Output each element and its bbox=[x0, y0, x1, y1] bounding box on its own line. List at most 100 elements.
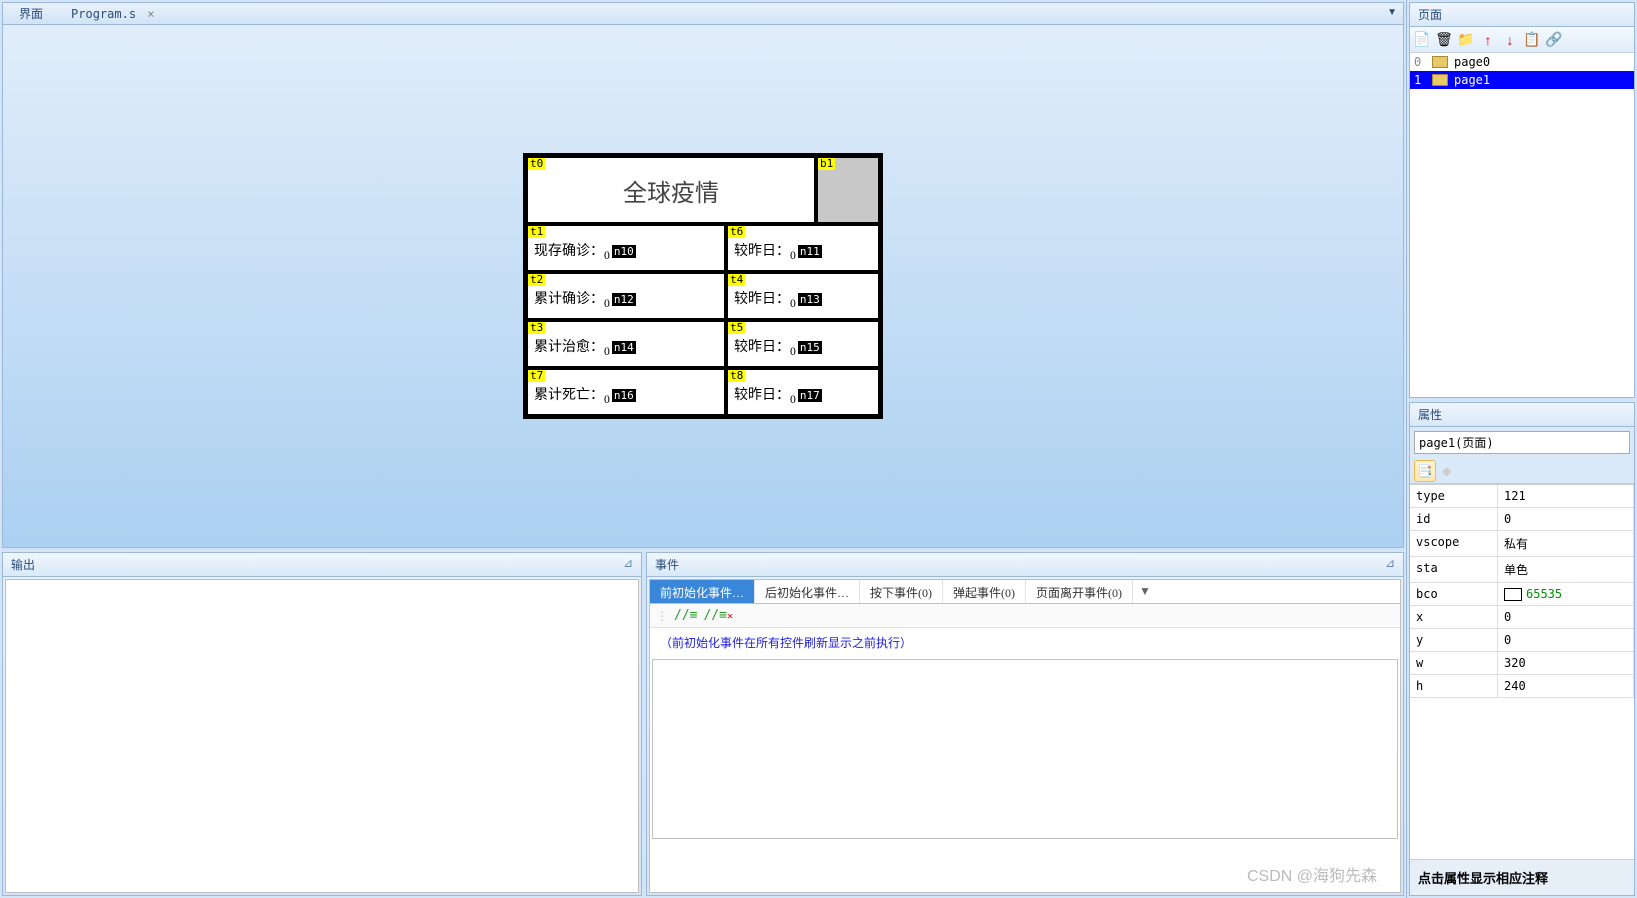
event-code-area[interactable] bbox=[652, 659, 1398, 839]
uncomment-icon[interactable]: //≡✕ bbox=[703, 608, 733, 623]
prop-value[interactable]: 私有 bbox=[1498, 531, 1634, 556]
pages-title: 页面 bbox=[1410, 3, 1634, 27]
canvas-body[interactable]: t0 全球疫情 b1 t1现存确诊：0n10t6较昨日：0n11t2累计确诊：0… bbox=[3, 25, 1403, 547]
tab-program-label: Program.s bbox=[71, 7, 136, 21]
output-body[interactable] bbox=[5, 579, 639, 893]
event-tab-leave[interactable]: 页面离开事件(0) bbox=[1026, 580, 1133, 603]
events-title: 事件 bbox=[655, 556, 679, 573]
hmi-cell[interactable]: t4较昨日：0n13 bbox=[726, 272, 880, 320]
hmi-cell[interactable]: t5较昨日：0n15 bbox=[726, 320, 880, 368]
tab-interface[interactable]: 界面 bbox=[9, 3, 53, 24]
prop-key: w bbox=[1410, 652, 1498, 674]
canvas-tabs: 界面 Program.s × ▼ bbox=[3, 3, 1403, 25]
hmi-title-t0[interactable]: t0 全球疫情 bbox=[526, 156, 816, 224]
event-tab-postinit[interactable]: 后初始化事件… bbox=[755, 580, 860, 603]
tag: t5 bbox=[728, 322, 745, 334]
prop-key: type bbox=[1410, 485, 1498, 507]
events-panel: 事件 ⊿ 前初始化事件… 后初始化事件… 按下事件(0) 弹起事件(0) 页面离… bbox=[646, 552, 1404, 896]
tag-b1: b1 bbox=[818, 158, 835, 170]
output-panel: 输出 ⊿ bbox=[2, 552, 642, 896]
object-selector[interactable]: page1(页面) bbox=[1414, 431, 1630, 454]
ntag: n11 bbox=[798, 245, 822, 258]
prop-row-vscope[interactable]: vscope私有 bbox=[1410, 531, 1634, 557]
ntag: n10 bbox=[612, 245, 636, 258]
prop-key: sta bbox=[1410, 557, 1498, 582]
close-icon[interactable]: × bbox=[147, 7, 154, 21]
prop-key: id bbox=[1410, 508, 1498, 530]
prop-row-bco[interactable]: bco65535 bbox=[1410, 583, 1634, 606]
delete-page-icon[interactable]: 🗑 bbox=[1436, 32, 1452, 48]
prop-key: y bbox=[1410, 629, 1498, 651]
page-name: page1 bbox=[1454, 73, 1490, 87]
ntag: n17 bbox=[798, 389, 822, 402]
tabs-dropdown-icon[interactable]: ▼ bbox=[1387, 7, 1397, 18]
hmi-cell[interactable]: t2累计确诊：0n12 bbox=[526, 272, 726, 320]
event-note: （前初始化事件在所有控件刷新显示之前执行） bbox=[650, 628, 1400, 657]
page-name: page0 bbox=[1454, 55, 1490, 69]
event-tab-press[interactable]: 按下事件(0) bbox=[860, 580, 943, 603]
pages-panel: 页面 📄 🗑 📁 ↑ ↓ 📋 🔗 0 page0 1 page1 bbox=[1409, 2, 1635, 398]
prop-row-y[interactable]: y0 bbox=[1410, 629, 1634, 652]
copy-icon[interactable]: 📋 bbox=[1524, 32, 1540, 48]
prop-row-type[interactable]: type121 bbox=[1410, 485, 1634, 508]
grip-icon: ⋮ bbox=[656, 609, 668, 623]
ntag: n13 bbox=[798, 293, 822, 306]
prop-value[interactable]: 65535 bbox=[1498, 583, 1634, 605]
tag: t3 bbox=[528, 322, 545, 334]
page-item-page1[interactable]: 1 page1 bbox=[1410, 71, 1634, 89]
event-tabs: 前初始化事件… 后初始化事件… 按下事件(0) 弹起事件(0) 页面离开事件(0… bbox=[650, 580, 1400, 604]
hmi-button-b1[interactable]: b1 bbox=[816, 156, 880, 224]
prop-value[interactable]: 121 bbox=[1498, 485, 1634, 507]
hmi-cell[interactable]: t1现存确诊：0n10 bbox=[526, 224, 726, 272]
ntag: n15 bbox=[798, 341, 822, 354]
props-toolbar: 📑 ◆ bbox=[1410, 458, 1634, 484]
tag: t6 bbox=[728, 226, 745, 238]
hmi-cell[interactable]: t7累计死亡：0n16 bbox=[526, 368, 726, 416]
color-swatch bbox=[1504, 588, 1522, 601]
prop-value[interactable]: 0 bbox=[1498, 606, 1634, 628]
prop-value[interactable]: 240 bbox=[1498, 675, 1634, 697]
hmi-cell[interactable]: t6较昨日：0n11 bbox=[726, 224, 880, 272]
tag: t2 bbox=[528, 274, 545, 286]
prop-value[interactable]: 0 bbox=[1498, 508, 1634, 530]
pages-list[interactable]: 0 page0 1 page1 bbox=[1410, 53, 1634, 397]
ntag: n16 bbox=[612, 389, 636, 402]
move-down-icon[interactable]: ↓ bbox=[1502, 32, 1518, 48]
event-tabs-dropdown-icon[interactable]: ▼ bbox=[1133, 580, 1157, 603]
hmi-cell[interactable]: t3累计治愈：0n14 bbox=[526, 320, 726, 368]
prop-value[interactable]: 0 bbox=[1498, 629, 1634, 651]
prop-value[interactable]: 单色 bbox=[1498, 557, 1634, 582]
hmi-page[interactable]: t0 全球疫情 b1 t1现存确诊：0n10t6较昨日：0n11t2累计确诊：0… bbox=[523, 153, 883, 419]
event-tab-release[interactable]: 弹起事件(0) bbox=[943, 580, 1026, 603]
move-up-icon[interactable]: ↑ bbox=[1480, 32, 1496, 48]
prop-key: h bbox=[1410, 675, 1498, 697]
prop-key: vscope bbox=[1410, 531, 1498, 556]
event-tab-preinit[interactable]: 前初始化事件… bbox=[650, 580, 755, 603]
page-icon bbox=[1432, 74, 1448, 86]
output-header: 输出 ⊿ bbox=[3, 553, 641, 577]
folder-icon[interactable]: 📁 bbox=[1458, 32, 1474, 48]
categorize-icon[interactable]: 📑 bbox=[1414, 460, 1436, 482]
tag: t1 bbox=[528, 226, 545, 238]
page-index: 0 bbox=[1414, 55, 1426, 69]
comment-icon[interactable]: //≡ bbox=[674, 608, 697, 623]
pin-icon[interactable]: ⊿ bbox=[1385, 556, 1395, 573]
hmi-cell[interactable]: t8较昨日：0n17 bbox=[726, 368, 880, 416]
page-index: 1 bbox=[1414, 73, 1426, 87]
pin-icon[interactable]: ⊿ bbox=[623, 556, 633, 573]
prop-row-w[interactable]: w320 bbox=[1410, 652, 1634, 675]
prop-key: x bbox=[1410, 606, 1498, 628]
prop-row-h[interactable]: h240 bbox=[1410, 675, 1634, 698]
tag: t8 bbox=[728, 370, 745, 382]
properties-table[interactable]: type121id0vscope私有sta单色bco65535x0y0w320h… bbox=[1410, 484, 1634, 859]
tab-program[interactable]: Program.s × bbox=[61, 5, 165, 23]
prop-row-sta[interactable]: sta单色 bbox=[1410, 557, 1634, 583]
add-page-icon[interactable]: 📄 bbox=[1414, 32, 1430, 48]
prop-row-id[interactable]: id0 bbox=[1410, 508, 1634, 531]
prop-row-x[interactable]: x0 bbox=[1410, 606, 1634, 629]
sort-icon[interactable]: ◆ bbox=[1442, 464, 1451, 478]
prop-value[interactable]: 320 bbox=[1498, 652, 1634, 674]
link-icon[interactable]: 🔗 bbox=[1546, 32, 1562, 48]
page-item-page0[interactable]: 0 page0 bbox=[1410, 53, 1634, 71]
tag-t0: t0 bbox=[528, 158, 545, 170]
